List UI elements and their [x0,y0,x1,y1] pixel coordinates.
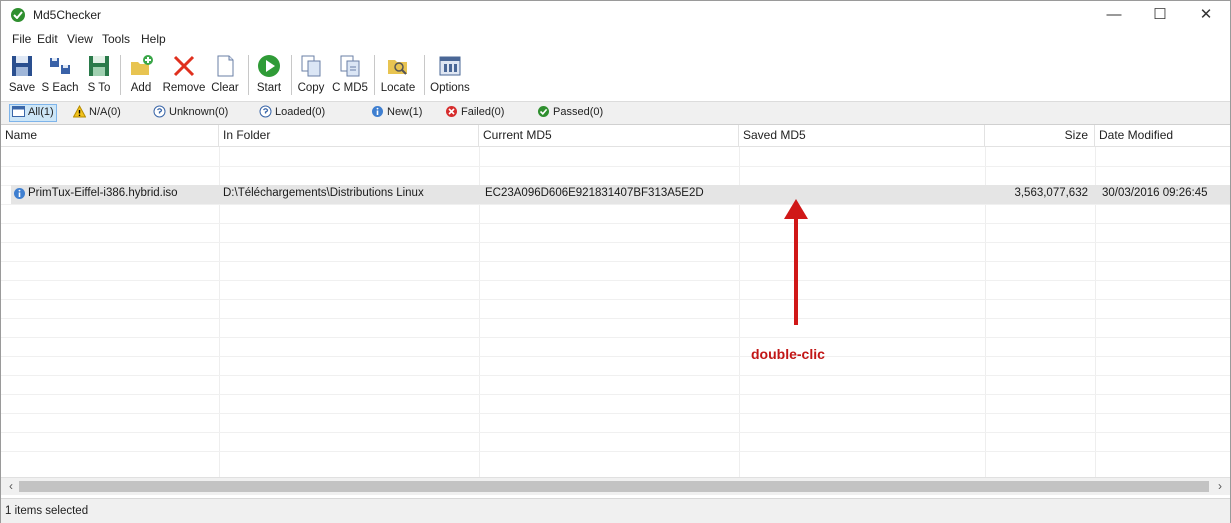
filter-failed[interactable]: Failed(0) [445,105,504,121]
menu-file[interactable]: File [12,32,31,46]
maximize-button[interactable]: ☐ [1137,1,1183,29]
info-icon [371,105,384,118]
toolbar-separator [374,55,375,95]
toolbar-separator [248,55,249,95]
add-button[interactable]: Add [123,51,159,99]
loaded-icon [259,105,272,118]
grid-line [1,204,1230,205]
minimize-button[interactable]: — [1091,1,1137,29]
passed-icon [537,105,550,118]
menu-tools[interactable]: Tools [102,32,130,46]
cell-date-modified: 30/03/2016 09:26:45 [1102,187,1208,199]
grid-line [1,375,1230,376]
filter-unknown[interactable]: Unknown(0) [153,105,228,121]
grid-line [1,318,1230,319]
grid-line [1,280,1230,281]
horizontal-scrollbar[interactable]: ‹ › [1,477,1230,495]
clear-page-icon [212,53,238,79]
play-icon [256,53,282,79]
save-each-icon [47,53,73,79]
filter-new[interactable]: New(1) [371,105,422,121]
save-each-button[interactable]: S Each [39,51,81,99]
grid-line [1,451,1230,452]
start-button[interactable]: Start [252,51,286,99]
cell-size: 3,563,077,632 [1014,187,1088,199]
locate-folder-icon [385,53,411,79]
warning-icon [72,104,87,118]
column-name[interactable]: Name [1,125,219,146]
grid-line [1,166,1230,167]
remove-x-icon [171,53,197,79]
column-saved-md5[interactable]: Saved MD5 [739,125,985,146]
remove-button[interactable]: Remove [161,51,207,99]
toolbar-separator [424,55,425,95]
menu-help[interactable]: Help [141,32,166,46]
copy-icon [298,53,324,79]
failed-icon [445,105,458,118]
app-window: Md5Checker — ☐ ✕ File Edit View Tools He… [0,0,1231,523]
clear-button[interactable]: Clear [208,51,242,99]
filter-all[interactable]: All(1) [9,104,57,122]
copy-md5-icon [337,53,363,79]
options-icon [437,53,463,79]
scroll-right-arrow-icon[interactable]: › [1212,478,1228,495]
filter-bar: All(1) N/A(0) Unknown(0) Loaded(0) New(1… [1,102,1230,125]
cell-name: PrimTux-Eiffel-i386.hybrid.iso [28,187,178,199]
annotation-label: double-clic [751,346,825,362]
grid-line [1,242,1230,243]
app-check-icon [11,8,25,22]
filter-na[interactable]: N/A(0) [72,104,121,121]
save-button[interactable]: Save [7,51,37,99]
save-to-button[interactable]: S To [83,51,115,99]
status-text: 1 items selected [5,505,89,517]
cell-current-md5: EC23A096D606E921831407BF313A5E2D [485,187,704,199]
column-size[interactable]: Size [985,125,1095,146]
row-status-info-icon [13,187,26,203]
copy-button[interactable]: Copy [294,51,328,99]
list-icon [12,105,25,118]
grid-line [1,394,1230,395]
toolbar-separator [291,55,292,95]
copy-md5-button[interactable]: C MD5 [330,51,370,99]
grid-line [1,261,1230,262]
filter-loaded[interactable]: Loaded(0) [259,105,325,121]
menu-edit[interactable]: Edit [37,32,58,46]
floppy-icon [9,53,35,79]
menu-bar: File Edit View Tools Help [1,29,1230,49]
filter-passed[interactable]: Passed(0) [537,105,603,121]
toolbar-separator [120,55,121,95]
grid-line [1,223,1230,224]
menu-view[interactable]: View [67,32,93,46]
annotation-arrow [784,199,808,325]
grid-line [1,356,1230,357]
cell-folder: D:\Téléchargements\Distributions Linux [223,187,424,199]
column-in-folder[interactable]: In Folder [219,125,479,146]
options-button[interactable]: Options [428,51,472,99]
window-title: Md5Checker [33,8,102,22]
title-bar: Md5Checker — ☐ ✕ [1,1,1230,29]
add-folder-icon [128,53,154,79]
status-bar: 1 items selected [1,498,1230,523]
scrollbar-thumb[interactable] [19,481,1209,492]
column-current-md5[interactable]: Current MD5 [479,125,739,146]
list-header: Name In Folder Current MD5 Saved MD5 Siz… [1,125,1230,147]
save-to-icon [86,53,112,79]
close-button[interactable]: ✕ [1183,1,1229,29]
grid-line [1,432,1230,433]
toolbar: Save S Each S To Add Remove Clear Start … [1,49,1230,102]
grid-line [1,337,1230,338]
grid-line [1,413,1230,414]
locate-button[interactable]: Locate [378,51,418,99]
unknown-icon [153,105,166,118]
grid-line [1,299,1230,300]
scroll-left-arrow-icon[interactable]: ‹ [3,478,19,495]
column-date-modified[interactable]: Date Modified [1095,125,1230,146]
